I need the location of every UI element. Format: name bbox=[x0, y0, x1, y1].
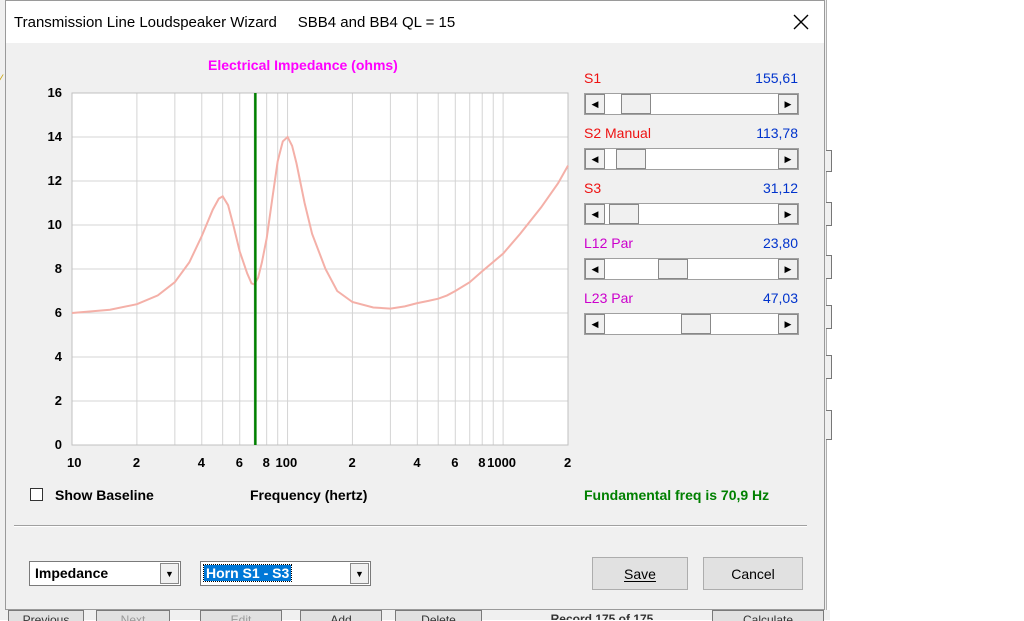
slider-value: 23,80 bbox=[762, 235, 798, 251]
y-tick-label: 10 bbox=[47, 217, 62, 232]
display-type-combo[interactable]: Impedance ▼ bbox=[29, 561, 181, 586]
x-tick-label: 4 bbox=[197, 455, 205, 470]
scroll-left-arrow-icon[interactable]: ◀ bbox=[585, 204, 605, 224]
y-tick-label: 4 bbox=[54, 349, 62, 364]
chevron-down-icon[interactable]: ▼ bbox=[350, 563, 369, 584]
slider-thumb[interactable] bbox=[616, 149, 646, 169]
scroll-right-arrow-icon[interactable]: ▶ bbox=[778, 314, 798, 334]
x-tick-label: 1000 bbox=[487, 455, 517, 470]
save-label: Save bbox=[624, 565, 656, 582]
slider-scrollbar[interactable]: ◀ ▶ bbox=[584, 313, 799, 335]
y-tick-label: 14 bbox=[47, 129, 62, 144]
slider-name: S2 Manual bbox=[584, 125, 651, 141]
x-tick-label: 8 bbox=[262, 455, 270, 470]
scroll-left-arrow-icon[interactable]: ◀ bbox=[585, 314, 605, 334]
y-tick-label: 6 bbox=[54, 305, 62, 320]
slider-thumb[interactable] bbox=[658, 259, 688, 279]
scroll-left-arrow-icon[interactable]: ◀ bbox=[585, 259, 605, 279]
scroll-left-arrow-icon[interactable]: ◀ bbox=[585, 94, 605, 114]
slider-value: 113,78 bbox=[756, 125, 798, 141]
x-tick-label: 2 bbox=[348, 455, 356, 470]
y-tick-label: 2 bbox=[54, 393, 62, 408]
y-tick-label: 16 bbox=[47, 85, 62, 100]
cancel-label: Cancel bbox=[731, 565, 775, 582]
x-tick-label: 4 bbox=[413, 455, 421, 470]
x-tick-label: 2 bbox=[132, 455, 141, 470]
slider-scrollbar[interactable]: ◀ ▶ bbox=[584, 93, 799, 115]
slider-name: S3 bbox=[584, 180, 602, 196]
impedance-chart bbox=[71, 92, 569, 446]
display-type-value: Impedance bbox=[35, 565, 109, 581]
show-baseline-checkbox[interactable] bbox=[30, 488, 43, 501]
section-combo[interactable]: Horn S1 - S3 ▼ bbox=[200, 561, 371, 586]
fundamental-frequency-text: Fundamental freq is 70,9 Hz bbox=[584, 487, 770, 503]
x-tick-label: 6 bbox=[235, 455, 243, 470]
x-tick-label: 100 bbox=[275, 455, 298, 470]
y-tick-label: 8 bbox=[54, 261, 62, 276]
slider-name: L23 Par bbox=[584, 290, 634, 306]
show-baseline-label[interactable]: Show Baseline bbox=[55, 487, 154, 503]
slider-scrollbar[interactable]: ◀ ▶ bbox=[584, 203, 799, 225]
slider-value: 47,03 bbox=[762, 290, 798, 306]
scroll-right-arrow-icon[interactable]: ▶ bbox=[778, 259, 798, 279]
chevron-down-icon[interactable]: ▼ bbox=[160, 563, 179, 584]
y-tick-label: 12 bbox=[47, 173, 62, 188]
scroll-right-arrow-icon[interactable]: ▶ bbox=[778, 204, 798, 224]
x-axis-label: Frequency (hertz) bbox=[250, 487, 368, 503]
section-value: Horn S1 - S3 bbox=[202, 564, 293, 582]
slider-name: L12 Par bbox=[584, 235, 634, 251]
slider-scrollbar[interactable]: ◀ ▶ bbox=[584, 258, 799, 280]
slider-value: 155,61 bbox=[755, 70, 798, 86]
slider-thumb[interactable] bbox=[621, 94, 651, 114]
x-tick-label: 10 bbox=[67, 455, 82, 470]
scroll-right-arrow-icon[interactable]: ▶ bbox=[778, 94, 798, 114]
slider-name: S1 bbox=[584, 70, 602, 86]
x-tick-label: 6 bbox=[451, 455, 459, 470]
x-tick-label: 8 bbox=[478, 455, 486, 470]
scroll-right-arrow-icon[interactable]: ▶ bbox=[778, 149, 798, 169]
y-tick-label: 0 bbox=[54, 437, 62, 452]
cancel-button[interactable]: Cancel bbox=[703, 557, 803, 590]
slider-thumb[interactable] bbox=[609, 204, 639, 224]
save-button[interactable]: Save bbox=[592, 557, 688, 590]
scroll-left-arrow-icon[interactable]: ◀ bbox=[585, 149, 605, 169]
x-tick-label: 2 bbox=[564, 455, 572, 470]
divider bbox=[14, 525, 807, 527]
slider-value: 31,12 bbox=[762, 180, 798, 196]
slider-thumb[interactable] bbox=[681, 314, 711, 334]
slider-scrollbar[interactable]: ◀ ▶ bbox=[584, 148, 799, 170]
